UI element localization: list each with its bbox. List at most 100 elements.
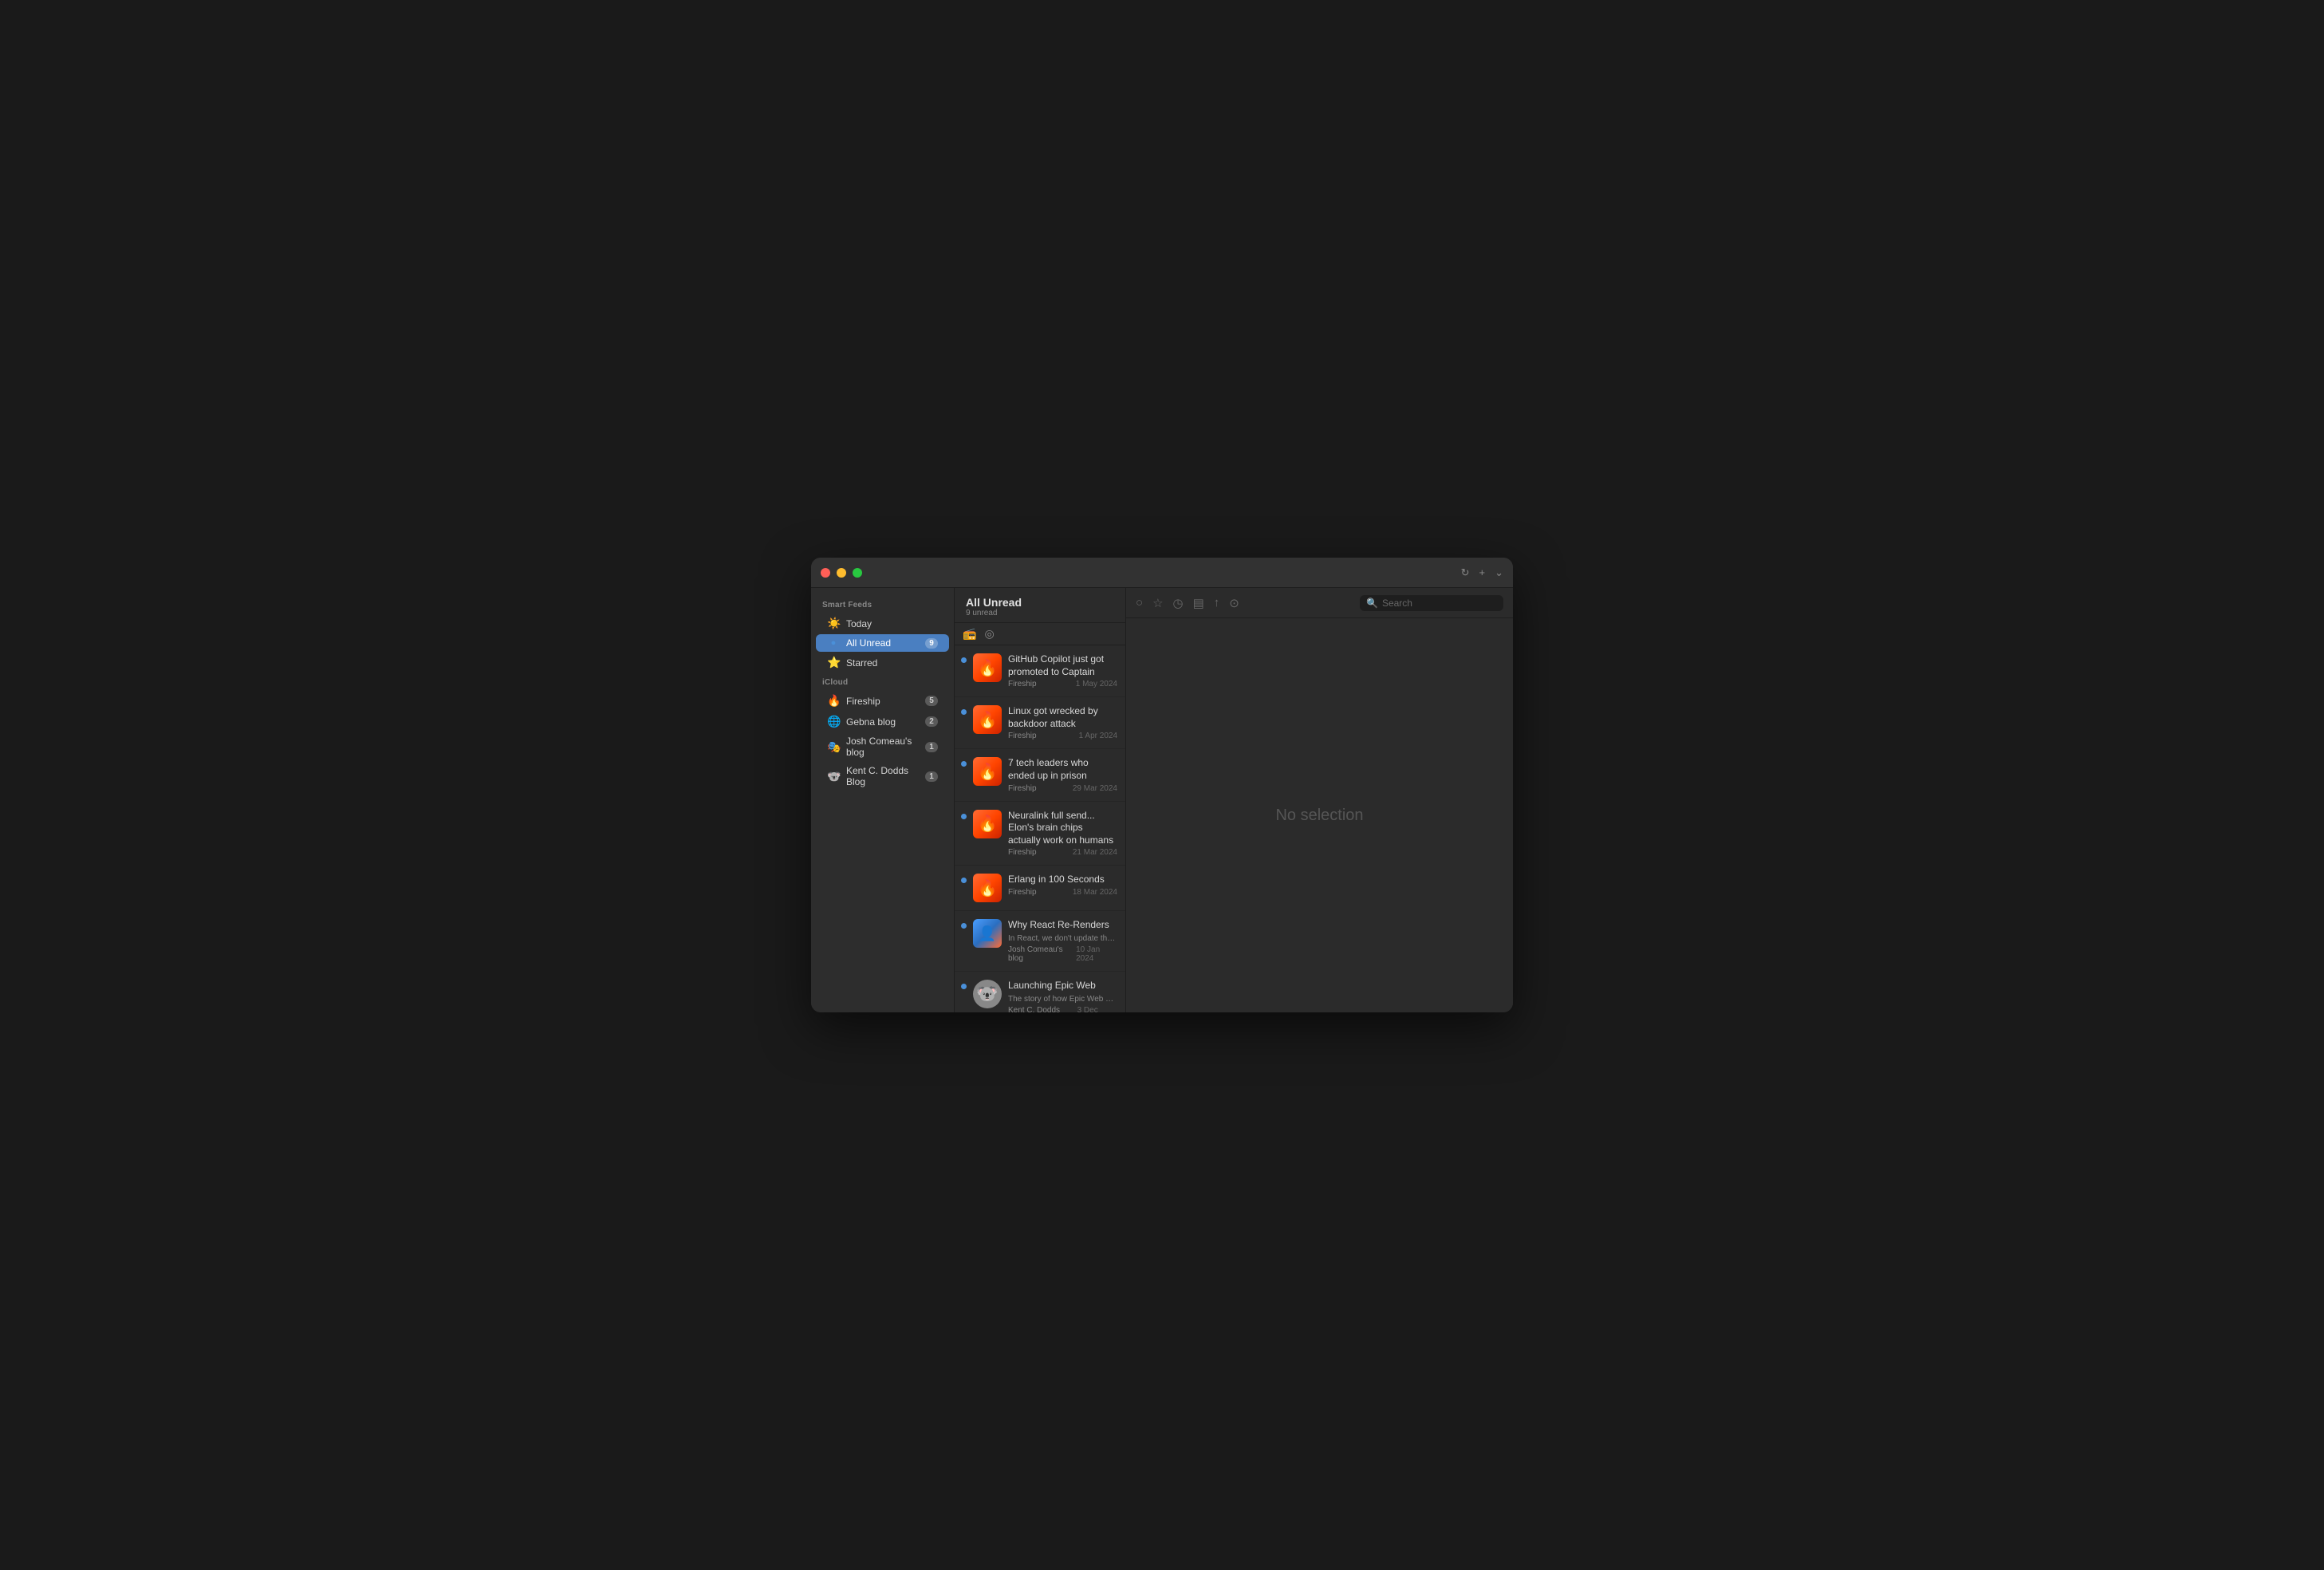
josh-badge: 1	[925, 742, 938, 752]
icloud-label: iCloud	[811, 673, 954, 690]
sidebar: Smart Feeds ☀️ Today ● All Unread 9 ⭐ St…	[811, 588, 955, 1012]
kent-icon: 🐨	[827, 770, 840, 783]
article-date: 1 May 2024	[1076, 680, 1117, 688]
article-thumb: 👤	[973, 919, 1002, 948]
gebna-icon: 🌐	[827, 715, 840, 728]
clock-icon[interactable]: ◷	[1173, 596, 1184, 610]
article-info: Launching Epic Web The story of how Epic…	[1008, 980, 1117, 1012]
smart-feeds-label: Smart Feeds	[811, 596, 954, 613]
fireship-icon: 🔥	[827, 694, 840, 708]
article-snippet: In React, we don't update the DOM direct…	[1008, 933, 1117, 944]
article-title: Neuralink full send... Elon's brain chip…	[1008, 810, 1117, 847]
unread-dot	[961, 984, 967, 989]
articles-scroll[interactable]: 🔥 GitHub Copilot just got promoted to Ca…	[955, 645, 1125, 1012]
article-date: 18 Mar 2024	[1073, 888, 1117, 897]
article-title: GitHub Copilot just got promoted to Capt…	[1008, 653, 1117, 678]
search-icon: 🔍	[1366, 598, 1378, 609]
search-input[interactable]	[1382, 598, 1497, 609]
flame-icon: 🔥	[978, 814, 998, 834]
article-item[interactable]: 🔥 Erlang in 100 Seconds Fireship 18 Mar …	[955, 866, 1125, 911]
all-unread-badge: 9	[925, 638, 938, 649]
detail-pane: ○ ☆ ◷ ▤ ↑ ⊙ 🔍 No selection	[1126, 588, 1513, 1012]
article-item[interactable]: 🔥 Neuralink full send... Elon's brain ch…	[955, 802, 1125, 866]
sidebar-item-label-gebna: Gebna blog	[846, 716, 919, 728]
article-list-title: All Unread	[966, 596, 1114, 609]
gebna-badge: 2	[925, 716, 938, 727]
fireship-badge: 5	[925, 696, 938, 706]
article-item[interactable]: 🔥 7 tech leaders who ended up in prison …	[955, 749, 1125, 801]
article-info: Linux got wrecked by backdoor attack Fir…	[1008, 705, 1117, 740]
main-content: Smart Feeds ☀️ Today ● All Unread 9 ⭐ St…	[811, 588, 1513, 1012]
sidebar-item-label-kent: Kent C. Dodds Blog	[846, 765, 919, 787]
all-unread-icon: ●	[827, 638, 840, 648]
article-title: Linux got wrecked by backdoor attack	[1008, 705, 1117, 730]
sidebar-item-label-fireship: Fireship	[846, 696, 919, 707]
article-list-header: All Unread 9 unread	[955, 588, 1125, 623]
sidebar-item-label-all-unread: All Unread	[846, 637, 919, 649]
article-source: Josh Comeau's blog	[1008, 945, 1076, 963]
titlebar-controls: ↻ + ⌄	[1461, 566, 1503, 579]
article-thumb: 🔥	[973, 757, 1002, 786]
refresh-icon[interactable]: ↻	[1461, 566, 1470, 579]
sidebar-item-label-josh: Josh Comeau's blog	[846, 736, 919, 758]
article-date: 21 Mar 2024	[1073, 848, 1117, 857]
unread-dot	[961, 878, 967, 883]
article-info: GitHub Copilot just got promoted to Capt…	[1008, 653, 1117, 688]
add-icon[interactable]: +	[1479, 566, 1486, 578]
sidebar-item-all-unread[interactable]: ● All Unread 9	[816, 634, 949, 652]
minimize-button[interactable]	[837, 568, 846, 578]
article-list-toolbar: 📻 ◎	[955, 623, 1125, 645]
article-source: Fireship	[1008, 848, 1037, 857]
article-item[interactable]: 🔥 GitHub Copilot just got promoted to Ca…	[955, 645, 1125, 697]
article-title: Why React Re-Renders	[1008, 919, 1117, 932]
article-snippet: The story of how Epic Web came to be	[1008, 994, 1117, 1004]
starred-icon: ⭐	[827, 656, 840, 669]
article-date: 3 Dec 2023	[1077, 1006, 1117, 1012]
article-info: 7 tech leaders who ended up in prison Fi…	[1008, 757, 1117, 792]
share-icon[interactable]: ↑	[1214, 596, 1220, 609]
browser-icon[interactable]: ⊙	[1229, 596, 1239, 610]
chevron-down-icon[interactable]: ⌄	[1495, 566, 1503, 579]
sidebar-item-label-today: Today	[846, 618, 938, 629]
filter-icon[interactable]: ◎	[984, 627, 994, 641]
article-meta: Fireship 29 Mar 2024	[1008, 784, 1117, 793]
circle-icon[interactable]: ○	[1136, 596, 1143, 609]
sidebar-item-today[interactable]: ☀️ Today	[816, 613, 949, 633]
sidebar-item-starred[interactable]: ⭐ Starred	[816, 653, 949, 673]
article-meta: Fireship 1 Apr 2024	[1008, 732, 1117, 740]
article-list: All Unread 9 unread 📻 ◎ 🔥 GitHub Copilot…	[955, 588, 1126, 1012]
article-info: Why React Re-Renders In React, we don't …	[1008, 919, 1117, 963]
article-meta: Fireship 1 May 2024	[1008, 680, 1117, 688]
star-icon[interactable]: ☆	[1152, 596, 1163, 610]
article-item[interactable]: 🐨 Launching Epic Web The story of how Ep…	[955, 972, 1125, 1012]
detail-toolbar: ○ ☆ ◷ ▤ ↑ ⊙ 🔍	[1126, 588, 1513, 618]
article-source: Kent C. Dodds Blog	[1008, 1006, 1077, 1012]
close-button[interactable]	[821, 568, 830, 578]
article-item[interactable]: 🔥 Linux got wrecked by backdoor attack F…	[955, 697, 1125, 749]
article-source: Fireship	[1008, 784, 1037, 793]
sidebar-item-josh[interactable]: 🎭 Josh Comeau's blog 1	[816, 732, 949, 761]
today-icon: ☀️	[827, 617, 840, 630]
sidebar-item-fireship[interactable]: 🔥 Fireship 5	[816, 691, 949, 711]
flame-icon: 🔥	[978, 878, 998, 898]
no-selection-text: No selection	[1275, 807, 1363, 825]
flame-icon: 🔥	[978, 658, 998, 678]
article-thumb: 🐨	[973, 980, 1002, 1008]
podcast-icon[interactable]: 📻	[963, 627, 976, 641]
sidebar-item-kent[interactable]: 🐨 Kent C. Dodds Blog 1	[816, 762, 949, 791]
article-list-subtitle: 9 unread	[966, 609, 1114, 617]
article-date: 1 Apr 2024	[1079, 732, 1117, 740]
article-thumb: 🔥	[973, 874, 1002, 902]
sidebar-item-label-starred: Starred	[846, 657, 938, 669]
article-item[interactable]: 👤 Why React Re-Renders In React, we don'…	[955, 911, 1125, 972]
list-icon[interactable]: ▤	[1193, 596, 1204, 610]
article-meta: Fireship 18 Mar 2024	[1008, 888, 1117, 897]
article-title: Launching Epic Web	[1008, 980, 1117, 992]
article-title: Erlang in 100 Seconds	[1008, 874, 1117, 886]
sidebar-item-gebna[interactable]: 🌐 Gebna blog 2	[816, 712, 949, 732]
no-selection-area: No selection	[1126, 618, 1513, 1012]
search-bar[interactable]: 🔍	[1360, 595, 1503, 611]
maximize-button[interactable]	[853, 568, 862, 578]
unread-dot	[961, 657, 967, 663]
article-info: Erlang in 100 Seconds Fireship 18 Mar 20…	[1008, 874, 1117, 897]
